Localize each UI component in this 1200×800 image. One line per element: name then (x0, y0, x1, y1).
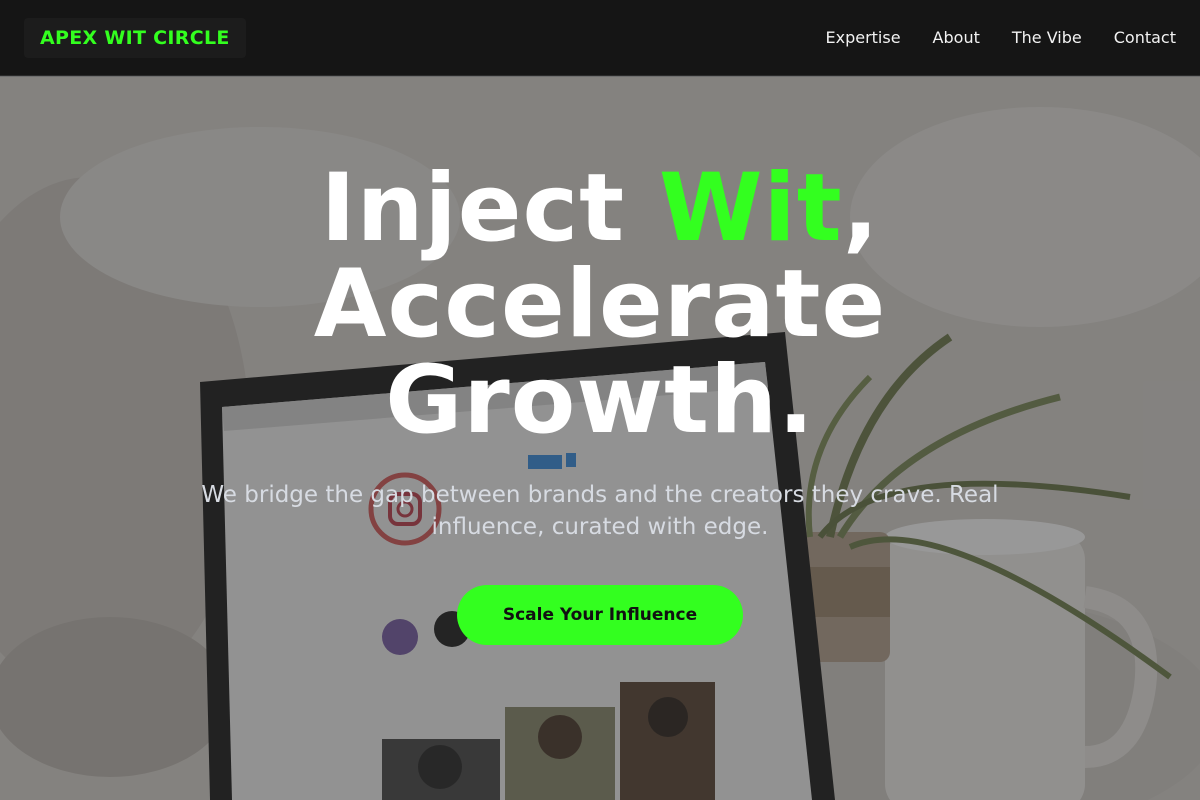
nav-link-about[interactable]: About (933, 28, 980, 47)
hero-content: Inject Wit, Accelerate Growth. We bridge… (0, 77, 1200, 800)
hero-subtitle: We bridge the gap between brands and the… (201, 482, 999, 540)
hero-headline: Inject Wit, Accelerate Growth. (220, 161, 980, 449)
site-header: APEX WIT CIRCLE Expertise About The Vibe… (0, 0, 1200, 76)
scale-influence-button[interactable]: Scale Your Influence (457, 585, 743, 645)
nav-link-contact[interactable]: Contact (1114, 28, 1176, 47)
brand-logo[interactable]: APEX WIT CIRCLE (24, 17, 246, 58)
main-nav: Expertise About The Vibe Contact (825, 28, 1176, 47)
headline-accent-word: Wit (658, 154, 843, 263)
nav-link-the-vibe[interactable]: The Vibe (1012, 28, 1082, 47)
headline-part1: Inject (320, 154, 659, 263)
hero-section: Inject Wit, Accelerate Growth. We bridge… (0, 77, 1200, 800)
nav-link-expertise[interactable]: Expertise (825, 28, 900, 47)
